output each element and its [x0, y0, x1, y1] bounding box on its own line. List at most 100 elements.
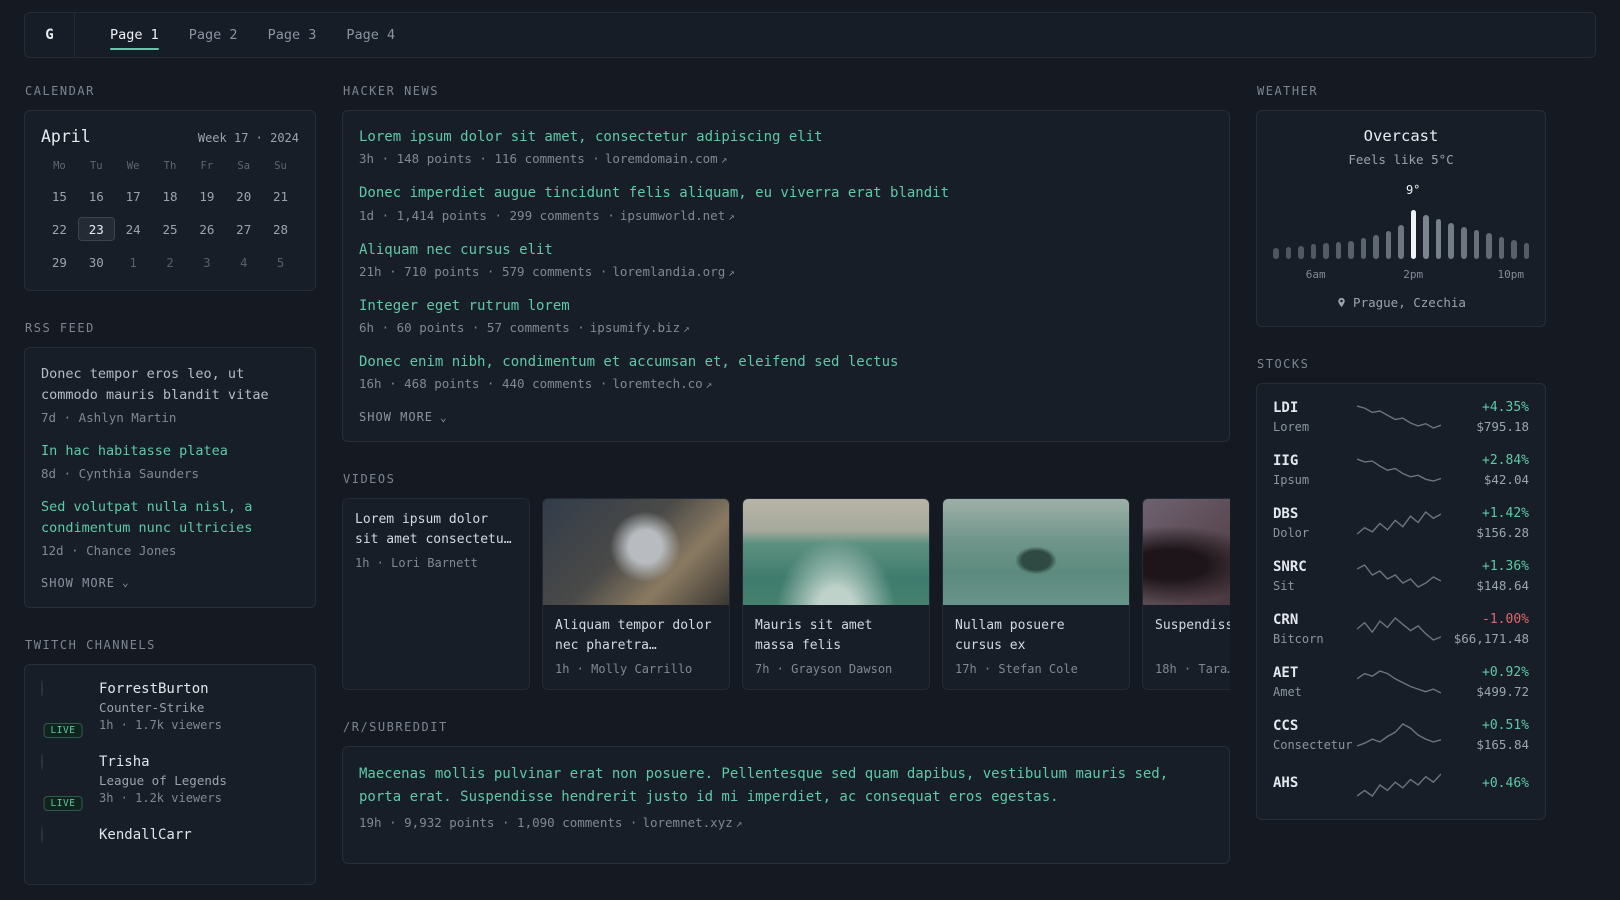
- hn-show-more-button[interactable]: SHOW MORE ⌄: [359, 410, 448, 424]
- rss-show-more-button[interactable]: SHOW MORE ⌄: [41, 576, 130, 590]
- hn-item-meta: 3h · 148 points · 116 comments · loremdo…: [359, 151, 1213, 166]
- subreddit-post-title[interactable]: Maecenas mollis pulvinar erat non posuer…: [359, 763, 1213, 808]
- dashboard-grid: CALENDAR April Week 17 · 2024 Mo Tu We T…: [0, 58, 1620, 900]
- calendar-day[interactable]: 15: [41, 184, 78, 208]
- calendar-day[interactable]: 24: [115, 217, 152, 241]
- hn-item-domain-link[interactable]: loremlandia.org ↗: [612, 264, 735, 279]
- video-card[interactable]: Lorem ipsum dolor sit amet consectetu… 1…: [342, 498, 530, 691]
- hn-item-title[interactable]: Donec imperdiet augue tincidunt felis al…: [359, 183, 1213, 203]
- hn-item-title[interactable]: Lorem ipsum dolor sit amet, consectetur …: [359, 127, 1213, 147]
- video-card[interactable]: Suspendisse diam 18h · Tara…: [1142, 498, 1230, 691]
- stock-row[interactable]: SNRC Sit +1.36% $148.64: [1273, 559, 1529, 593]
- calendar-day[interactable]: 28: [262, 217, 299, 241]
- video-thumbnail: [743, 499, 929, 606]
- tab-page-2[interactable]: Page 2: [176, 13, 251, 57]
- twitch-channel-name: KendallCarr: [99, 826, 192, 843]
- hn-item-domain-link[interactable]: loremdomain.com ↗: [605, 151, 728, 166]
- video-meta: 7h · Grayson Dawson: [755, 662, 893, 677]
- twitch-channel[interactable]: LIVE ForrestBurton Counter-Strike 1h · 1…: [41, 679, 299, 738]
- stock-sparkline: [1355, 721, 1443, 749]
- tab-page-1[interactable]: Page 1: [97, 13, 172, 57]
- calendar-day[interactable]: 1: [115, 250, 152, 274]
- twitch-channel-info: KendallCarr: [99, 827, 192, 846]
- tab-page-4[interactable]: Page 4: [333, 13, 408, 57]
- calendar-dow: Th: [163, 160, 177, 172]
- calendar-day[interactable]: 19: [188, 184, 225, 208]
- calendar-day[interactable]: 18: [152, 184, 189, 208]
- stocks-card: LDI Lorem +4.35% $795.18 IIG Ipsum +2.84…: [1256, 383, 1546, 820]
- stocks-section-title: STOCKS: [1257, 357, 1310, 371]
- hn-item-domain-link[interactable]: ipsumify.biz ↗: [590, 320, 690, 335]
- app-logo[interactable]: G: [25, 13, 75, 57]
- stock-row[interactable]: AHS +0.46%: [1273, 771, 1529, 799]
- hn-item: Aliquam nec cursus elit 21h · 710 points…: [359, 240, 1213, 279]
- stock-row[interactable]: AET Amet +0.92% $499.72: [1273, 665, 1529, 699]
- tab-page-3[interactable]: Page 3: [255, 13, 330, 57]
- external-link-icon: ↗: [705, 378, 713, 392]
- stock-values: +1.36% $148.64: [1443, 559, 1529, 593]
- video-title: Mauris sit amet massa felis: [755, 618, 873, 653]
- hn-item-meta: 21h · 710 points · 579 comments · loreml…: [359, 264, 1213, 279]
- stock-row[interactable]: IIG Ipsum +2.84% $42.04: [1273, 453, 1529, 487]
- video-thumbnail: [1143, 499, 1230, 606]
- weather-chart: 9° 6am 2pm 10pm: [1273, 183, 1530, 283]
- calendar-day[interactable]: 30: [78, 250, 115, 274]
- subreddit-post-domain-link[interactable]: loremnet.xyz ↗: [642, 815, 742, 830]
- calendar-dow: Su: [274, 160, 287, 172]
- location-pin-icon: [1338, 297, 1345, 308]
- hn-item-title[interactable]: Donec enim nibh, condimentum et accumsan…: [359, 352, 1213, 372]
- video-title: Lorem ipsum dolor sit amet consectetu…: [355, 512, 512, 547]
- stock-name: Dolor: [1273, 526, 1310, 540]
- calendar-day[interactable]: 17: [115, 184, 152, 208]
- video-card[interactable]: Nullam posuere cursus ex 17h · Stefan Co…: [942, 498, 1130, 691]
- calendar-day[interactable]: 27: [225, 217, 262, 241]
- calendar-day[interactable]: 21: [262, 184, 299, 208]
- calendar-day[interactable]: 2: [152, 250, 189, 274]
- subreddit-section-title: /R/SUBREDDIT: [343, 720, 448, 735]
- stock-id: DBS Dolor: [1273, 506, 1355, 540]
- rss-item-title[interactable]: Donec tempor eros leo, ut commodo mauris…: [41, 364, 299, 406]
- stock-row[interactable]: CCS Consectetur +0.51% $165.84: [1273, 718, 1529, 752]
- calendar-day[interactable]: 23: [77, 217, 115, 241]
- hn-item-meta: 16h · 468 points · 440 comments · loremt…: [359, 376, 1213, 391]
- twitch-channel[interactable]: LIVE Trisha League of Legends 3h · 1.2k …: [41, 752, 299, 811]
- rss-card: Donec tempor eros leo, ut commodo mauris…: [24, 347, 316, 608]
- calendar-day[interactable]: 26: [188, 217, 225, 241]
- stock-id: AHS: [1273, 775, 1355, 795]
- hn-item-title[interactable]: Aliquam nec cursus elit: [359, 240, 1213, 260]
- hn-item-title[interactable]: Integer eget rutrum lorem: [359, 296, 1213, 316]
- calendar-day[interactable]: 29: [41, 250, 78, 274]
- rss-item-title[interactable]: Sed volutpat nulla nisl, a condimentum n…: [41, 497, 299, 539]
- stock-row[interactable]: CRN Bitcorn -1.00% $66,171.48: [1273, 612, 1529, 646]
- weather-section-title: WEATHER: [1257, 84, 1319, 98]
- calendar-day[interactable]: 5: [262, 250, 299, 274]
- twitch-channel[interactable]: KendallCarr: [41, 825, 299, 846]
- rss-show-more-label: SHOW MORE: [41, 575, 116, 590]
- middle-column: HACKER NEWS Lorem ipsum dolor sit amet, …: [342, 84, 1230, 894]
- stock-symbol: AET: [1273, 665, 1299, 681]
- calendar-day[interactable]: 4: [225, 250, 262, 274]
- hn-item-domain-link[interactable]: loremtech.co ↗: [612, 376, 712, 391]
- stock-row[interactable]: LDI Lorem +4.35% $795.18: [1273, 400, 1529, 434]
- calendar-day[interactable]: 25: [152, 217, 189, 241]
- rss-item-meta: 7d · Ashlyn Martin: [41, 409, 177, 425]
- calendar-day[interactable]: 3: [188, 250, 225, 274]
- rss-item-title[interactable]: In hac habitasse platea: [41, 441, 299, 462]
- subreddit-post-meta-text: 19h · 9,932 points · 1,090 comments ·: [359, 815, 638, 831]
- stock-price: $66,171.48: [1453, 631, 1529, 646]
- stock-id: CRN Bitcorn: [1273, 612, 1355, 646]
- calendar-day[interactable]: 22: [41, 217, 78, 241]
- weather-temp-label: 9°: [1405, 183, 1421, 197]
- weather-card: Overcast Feels like 5°C 9° 6am 2pm 10pm …: [1256, 110, 1546, 327]
- calendar-day[interactable]: 16: [78, 184, 115, 208]
- video-card[interactable]: Mauris sit amet massa felis 7h · Grayson…: [742, 498, 930, 691]
- stock-row[interactable]: DBS Dolor +1.42% $156.28: [1273, 506, 1529, 540]
- calendar-day[interactable]: 20: [225, 184, 262, 208]
- hn-item-domain-link[interactable]: ipsumworld.net ↗: [620, 208, 735, 223]
- stock-change: +0.92%: [1482, 665, 1529, 680]
- twitch-channel-category: Counter-Strike: [99, 699, 205, 715]
- subreddit-widget: /R/SUBREDDIT Maecenas mollis pulvinar er…: [342, 720, 1230, 865]
- video-card[interactable]: Aliquam tempor dolor nec pharetra… 1h · …: [542, 498, 730, 691]
- video-thumbnail: [543, 499, 729, 606]
- weather-bars: [1273, 203, 1530, 259]
